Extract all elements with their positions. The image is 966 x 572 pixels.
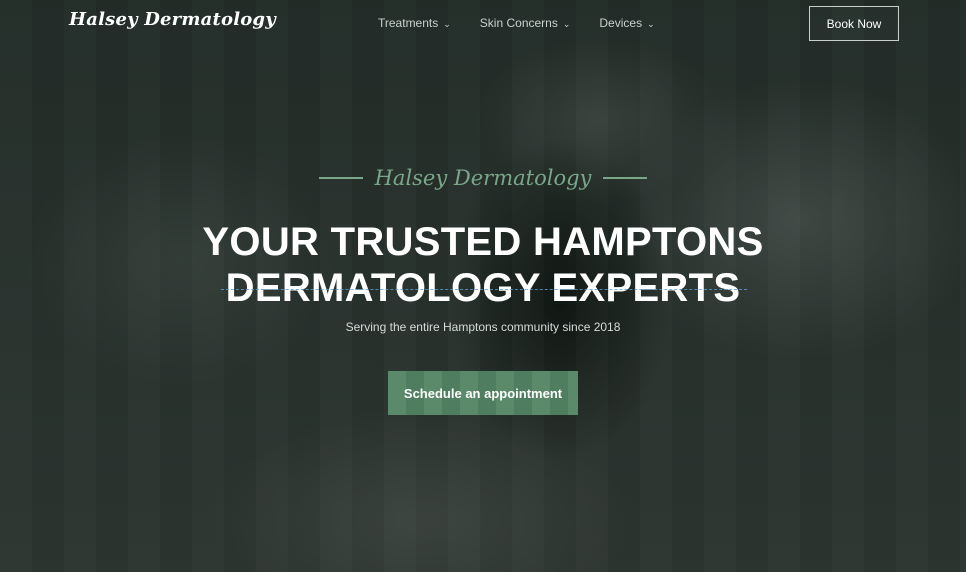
menu-item-skin-concerns[interactable]: Skin Concerns ⌄ (480, 16, 571, 30)
hero-headline-line-2: DERMATOLOGY EXPERTS (225, 266, 741, 310)
brand-divider-left (318, 177, 363, 179)
schedule-appointment-button[interactable]: Schedule an appointment (388, 371, 578, 415)
menu-item-devices[interactable]: Devices ⌄ (599, 16, 654, 30)
chevron-down-icon: ⌄ (647, 18, 655, 29)
menu-item-label: Skin Concerns (479, 16, 558, 30)
main-menu: Treatments ⌄ Skin Concerns ⌄ Devices ⌄ (378, 16, 655, 30)
chevron-down-icon: ⌄ (443, 18, 451, 29)
hero-subtitle: Serving the entire Hamptons community si… (345, 320, 621, 334)
brand-divider-right (603, 177, 648, 179)
hero-brand-name: Halsey Dermatology (374, 166, 592, 190)
hero-brand: Halsey Dermatology (0, 166, 966, 190)
menu-item-label: Devices (599, 16, 643, 30)
hero-headline: YOUR TRUSTED HAMPTONS DERMATOLOGY EXPERT… (0, 219, 966, 311)
top-navigation: Halsey Dermatology Treatments ⌄ Skin Con… (0, 0, 966, 46)
site-logo[interactable]: Halsey Dermatology (69, 9, 276, 30)
menu-item-treatments[interactable]: Treatments ⌄ (378, 16, 451, 30)
hero-headline-line-1: YOUR TRUSTED HAMPTONS (202, 220, 764, 264)
menu-item-label: Treatments (378, 16, 439, 30)
chevron-down-icon: ⌄ (562, 18, 571, 29)
book-now-button[interactable]: Book Now (809, 6, 899, 41)
text-selection-guide (221, 289, 747, 290)
